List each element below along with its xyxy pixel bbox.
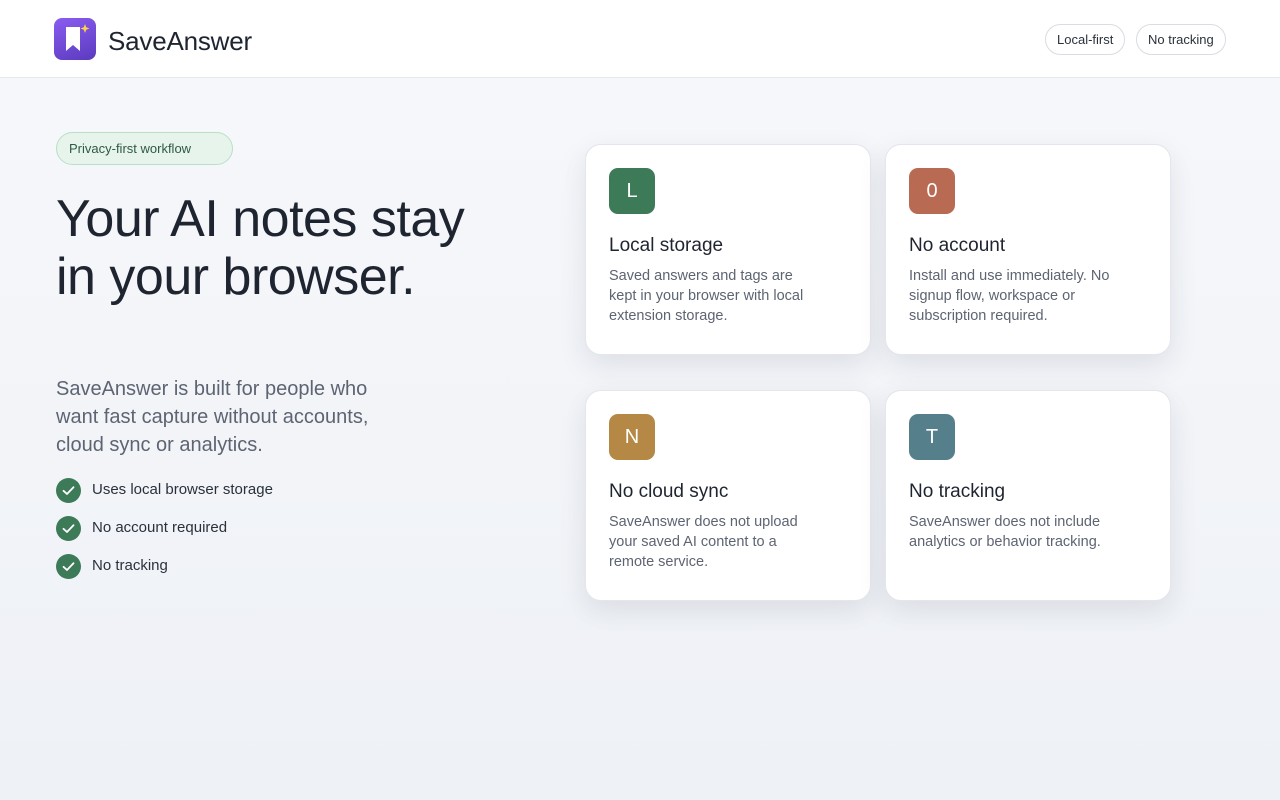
pill-local-first: Local-first — [1045, 24, 1126, 55]
feature-card-no-tracking: T No tracking SaveAnswer does not includ… — [885, 390, 1171, 601]
check-label: Uses local browser storage — [92, 481, 273, 498]
pill-no-tracking: No tracking — [1136, 24, 1226, 55]
letter-icon: 0 — [909, 168, 955, 214]
card-title: Local storage — [609, 235, 724, 256]
letter-icon: N — [609, 414, 655, 460]
card-description: SaveAnswer does not include analytics or… — [909, 514, 1101, 550]
card-title: No account — [909, 235, 1006, 256]
hero-subline: SaveAnswer is built for people who want … — [56, 378, 369, 456]
brand-name: SaveAnswer — [108, 26, 252, 56]
letter-icon: T — [909, 414, 955, 460]
feature-card-no-cloud-sync: N No cloud sync SaveAnswer does not uplo… — [585, 390, 871, 601]
check-icon — [56, 516, 81, 541]
card-title: No cloud sync — [609, 481, 729, 502]
check-label: No tracking — [92, 557, 168, 574]
letter-icon: L — [609, 168, 655, 214]
card-title: No tracking — [909, 481, 1006, 502]
hero-headline: Your AI notes stay in your browser. — [56, 190, 465, 306]
card-description: SaveAnswer does not upload your saved AI… — [609, 514, 798, 570]
privacy-badge: Privacy-first workflow — [56, 132, 233, 165]
feature-card-no-account: 0 No account Install and use immediately… — [885, 144, 1171, 355]
bookmark-sparkle-icon — [54, 18, 96, 60]
card-description: Saved answers and tags are kept in your … — [609, 268, 804, 324]
feature-card-local-storage: L Local storage Saved answers and tags a… — [585, 144, 871, 355]
check-icon — [56, 478, 81, 503]
check-icon — [56, 554, 81, 579]
check-label: No account required — [92, 519, 228, 536]
card-description: Install and use immediately. No signup f… — [909, 268, 1110, 324]
top-bar: SaveAnswer Local-first No tracking — [0, 0, 1280, 78]
